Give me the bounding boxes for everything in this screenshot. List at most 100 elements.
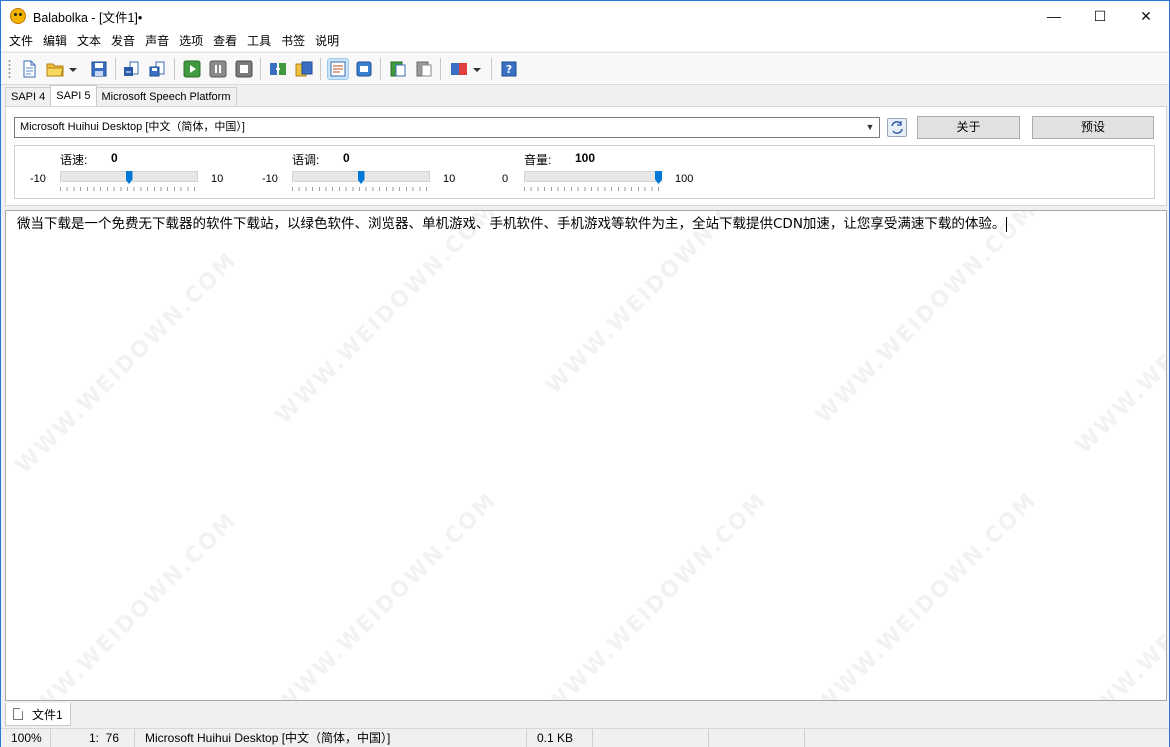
open-file-icon[interactable] bbox=[45, 59, 65, 79]
toolbar-separator bbox=[260, 58, 261, 80]
about-button[interactable]: 关于 bbox=[917, 116, 1020, 139]
menu-file[interactable]: 文件 bbox=[4, 31, 38, 51]
menu-bookmarks[interactable]: 书签 bbox=[276, 31, 310, 51]
toolbar-separator bbox=[320, 58, 321, 80]
toolbar-grip[interactable] bbox=[8, 59, 11, 80]
split-icon[interactable] bbox=[449, 59, 469, 79]
text-caret bbox=[1006, 216, 1008, 232]
toolbar-separator bbox=[380, 58, 381, 80]
watermark: WWW.WEIDOWN.COM bbox=[271, 488, 503, 701]
chevron-down-icon[interactable]: ▼ bbox=[864, 118, 876, 137]
batch-icon[interactable] bbox=[294, 59, 314, 79]
app-window: Balabolka - [文件1]• — ☐ ✕ 文件 编辑 文本 发音 声音 … bbox=[0, 0, 1170, 747]
pitch-slider-ticks bbox=[292, 187, 430, 191]
new-file-icon[interactable] bbox=[19, 59, 39, 79]
status-empty-2 bbox=[709, 729, 805, 747]
status-position: 1: 76 bbox=[51, 729, 135, 747]
toolbar: ? bbox=[1, 52, 1169, 85]
title-bar: Balabolka - [文件1]• — ☐ ✕ bbox=[1, 1, 1169, 31]
close-button[interactable]: ✕ bbox=[1123, 1, 1169, 31]
rate-max: 10 bbox=[211, 173, 224, 185]
toolbar-separator bbox=[491, 58, 492, 80]
menu-options[interactable]: 选项 bbox=[174, 31, 208, 51]
status-voice: Microsoft Huihui Desktop [中文（简体，中国）] bbox=[135, 729, 527, 747]
voice-view-icon[interactable] bbox=[354, 59, 374, 79]
menu-pronunciation[interactable]: 发音 bbox=[106, 31, 140, 51]
engine-tabs: SAPI 4 SAPI 5 Microsoft Speech Platform bbox=[5, 85, 237, 107]
document-tab-label: 文件1 bbox=[32, 707, 63, 722]
volume-slider-thumb[interactable] bbox=[655, 171, 662, 184]
voice-select-value: Microsoft Huihui Desktop [中文（简体，中国）] bbox=[20, 121, 245, 133]
watermark: WWW.WEIDOWN.COM bbox=[11, 508, 243, 701]
voice-settings-panel: Microsoft Huihui Desktop [中文（简体，中国）] ▼ 关… bbox=[5, 106, 1167, 206]
pitch-value: 0 bbox=[343, 151, 350, 165]
save-icon[interactable] bbox=[89, 59, 109, 79]
text-editor[interactable]: WWW.WEIDOWN.COM WWW.WEIDOWN.COM WWW.WEID… bbox=[5, 210, 1167, 701]
editor-text: 微当下载是一个免费无下载器的软件下载站，以绿色软件、浏览器、单机游戏、手机软件、… bbox=[17, 216, 1006, 232]
tab-speech-platform[interactable]: Microsoft Speech Platform bbox=[95, 87, 237, 107]
toolbar-separator bbox=[440, 58, 441, 80]
clipboard-icon[interactable] bbox=[388, 59, 408, 79]
text-view-icon[interactable] bbox=[327, 58, 349, 80]
refresh-icon bbox=[891, 121, 903, 134]
window-title: Balabolka - [文件1]• bbox=[33, 10, 143, 25]
split-dropdown-icon[interactable] bbox=[471, 59, 483, 79]
balabolka-app-icon bbox=[10, 8, 26, 24]
pitch-label: 语调: bbox=[292, 153, 320, 167]
watermark: WWW.WEIDOWN.COM bbox=[811, 210, 1043, 429]
watermark: WWW.WEIDOWN.COM bbox=[11, 248, 243, 479]
pitch-min: -10 bbox=[262, 173, 278, 185]
watermark: WWW.WEIDOWN.COM bbox=[1071, 508, 1167, 701]
minimize-button[interactable]: — bbox=[1031, 1, 1077, 31]
rate-slider-thumb[interactable] bbox=[125, 171, 133, 184]
speak-file-icon[interactable] bbox=[122, 59, 142, 79]
watermark: WWW.WEIDOWN.COM bbox=[1071, 228, 1167, 459]
menu-text[interactable]: 文本 bbox=[72, 31, 106, 51]
save-audio-icon[interactable] bbox=[148, 59, 168, 79]
pitch-max: 10 bbox=[443, 173, 456, 185]
pitch-slider-thumb[interactable] bbox=[357, 171, 365, 184]
pause-icon[interactable] bbox=[208, 59, 228, 79]
clipboard-reader-icon[interactable] bbox=[414, 59, 434, 79]
play-icon[interactable] bbox=[182, 59, 202, 79]
rate-label: 语速: bbox=[60, 153, 88, 167]
editor-content[interactable]: 微当下载是一个免费无下载器的软件下载站，以绿色软件、浏览器、单机游戏、手机软件、… bbox=[17, 215, 1008, 233]
menu-edit[interactable]: 编辑 bbox=[38, 31, 72, 51]
status-empty-1 bbox=[593, 729, 709, 747]
toolbar-separator bbox=[174, 58, 175, 80]
watermark: WWW.WEIDOWN.COM bbox=[541, 210, 773, 399]
preset-button[interactable]: 预设 bbox=[1032, 116, 1154, 139]
status-bar: 100% 1: 76 Microsoft Huihui Desktop [中文（… bbox=[1, 728, 1169, 747]
watermark: WWW.WEIDOWN.COM bbox=[541, 488, 773, 701]
stop-icon[interactable] bbox=[234, 59, 254, 79]
voice-select[interactable]: Microsoft Huihui Desktop [中文（简体，中国）] ▼ bbox=[14, 117, 880, 138]
maximize-button[interactable]: ☐ bbox=[1077, 1, 1123, 31]
menu-bar: 文件 编辑 文本 发音 声音 选项 查看 工具 书签 说明 bbox=[1, 31, 1169, 51]
svg-text:?: ? bbox=[506, 63, 512, 76]
volume-value: 100 bbox=[575, 151, 596, 165]
refresh-voices-button[interactable] bbox=[887, 118, 907, 137]
menu-view[interactable]: 查看 bbox=[208, 31, 242, 51]
slider-group: 语速: 0 -10 10 语调: 0 -10 10 音量: 100 0 100 bbox=[14, 145, 1155, 199]
volume-slider-track[interactable] bbox=[524, 171, 662, 182]
window-controls: — ☐ ✕ bbox=[1031, 1, 1169, 31]
volume-max: 100 bbox=[675, 173, 694, 185]
tab-sapi5[interactable]: SAPI 5 bbox=[50, 85, 97, 106]
menu-help[interactable]: 说明 bbox=[310, 31, 344, 51]
convert-icon[interactable] bbox=[268, 59, 288, 79]
status-size: 0.1 KB bbox=[527, 729, 593, 747]
menu-tools[interactable]: 工具 bbox=[242, 31, 276, 51]
document-tab[interactable]: 文件1 bbox=[5, 703, 71, 726]
open-dropdown-icon[interactable] bbox=[67, 59, 79, 79]
help-icon[interactable]: ? bbox=[499, 59, 519, 79]
tab-sapi4[interactable]: SAPI 4 bbox=[5, 87, 52, 107]
rate-slider-ticks bbox=[60, 187, 198, 191]
watermark: WWW.WEIDOWN.COM bbox=[811, 488, 1043, 701]
watermark: WWW.WEIDOWN.COM bbox=[271, 210, 503, 429]
menu-speech[interactable]: 声音 bbox=[140, 31, 174, 51]
document-tabs: 文件1 bbox=[5, 703, 71, 726]
rate-min: -10 bbox=[30, 173, 46, 185]
volume-label: 音量: bbox=[524, 153, 552, 167]
rate-value: 0 bbox=[111, 151, 118, 165]
status-zoom: 100% bbox=[1, 729, 51, 747]
